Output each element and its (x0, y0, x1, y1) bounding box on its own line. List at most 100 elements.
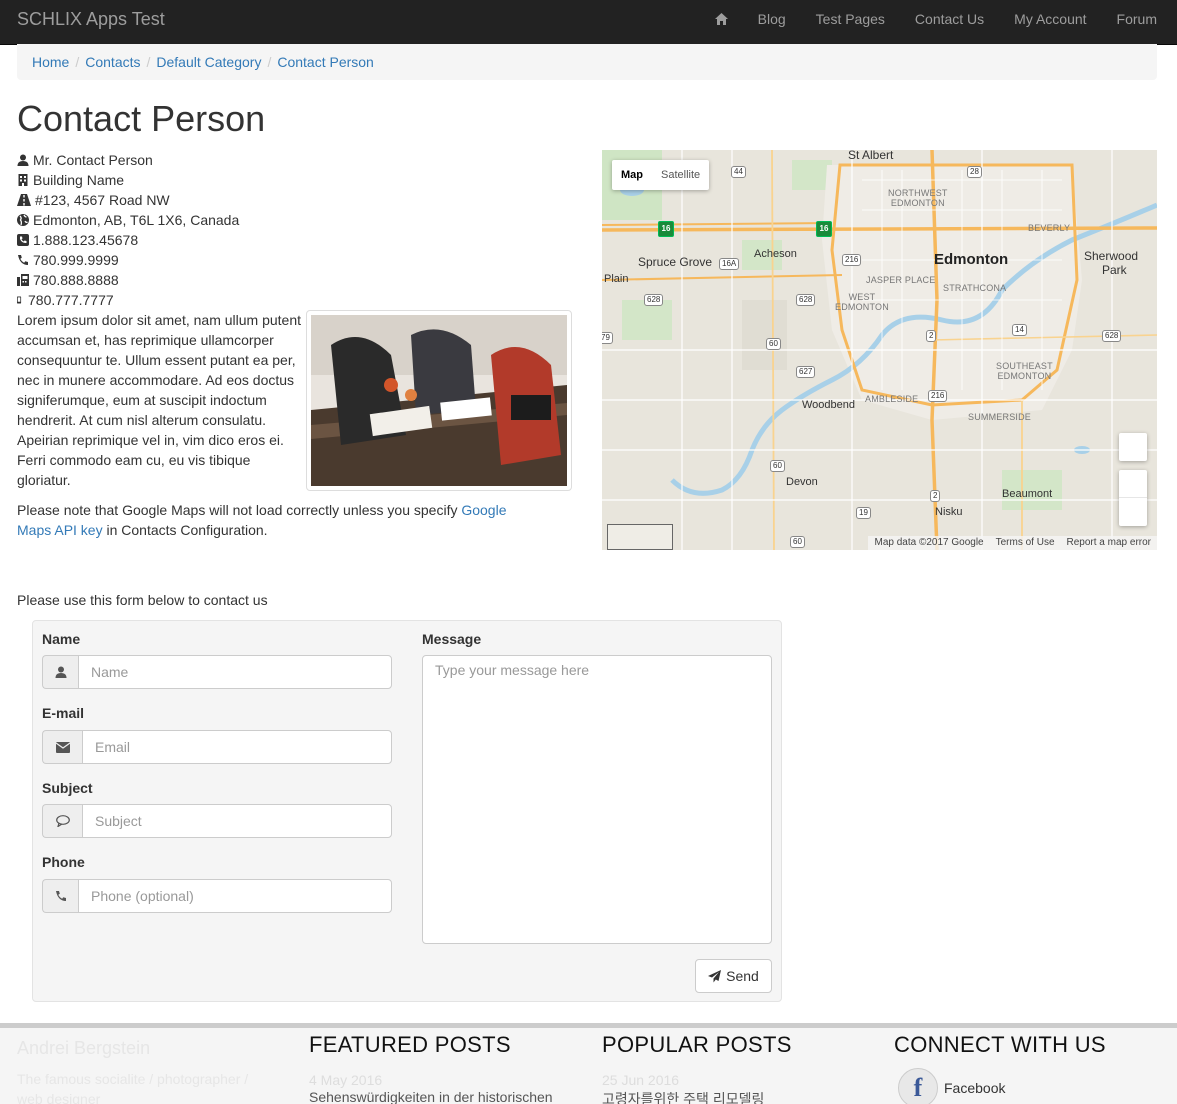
map-label-ambleside: AMBLESIDE (865, 394, 919, 404)
contact-description: Lorem ipsum dolor sit amet, nam ullum pu… (17, 312, 302, 488)
contact-form: Name E-mail Subject Phone Message Send (32, 620, 782, 1002)
road-shield: 627 (796, 366, 816, 378)
nav-forum[interactable]: Forum (1102, 0, 1177, 44)
send-label: Send (726, 968, 759, 984)
mobile-icon (17, 296, 22, 304)
footer-featured: FEATURED POSTS 4 May 2016 Sehenswürdigke… (309, 1032, 553, 1104)
footer: Andrei Bergstein The famous socialite / … (0, 1023, 1177, 1104)
map-type-satellite-button[interactable]: Satellite (652, 160, 709, 190)
zoom-out-button[interactable] (1119, 498, 1147, 525)
street-view-control[interactable] (1119, 433, 1147, 461)
nav-my-account[interactable]: My Account (999, 0, 1101, 44)
zoom-in-button[interactable] (1119, 470, 1147, 498)
user-icon (17, 154, 29, 166)
breadcrumb-home[interactable]: Home (32, 54, 69, 70)
road-shield: 628 (1102, 330, 1122, 342)
footer-popular: POPULAR POSTS 25 Jun 2016 고령자를위한 주택 리모델링 (602, 1032, 792, 1104)
map-label-northwest-edmonton: NORTHWEST EDMONTON (888, 188, 948, 208)
contact-fax-row: 780.888.8888 (17, 270, 577, 290)
phone-icon (42, 879, 78, 913)
form-intro: Please use this form below to contact us (17, 592, 268, 608)
page-title: Contact Person (17, 98, 266, 139)
breadcrumb-contact-person[interactable]: Contact Person (277, 54, 374, 70)
site-brand[interactable]: SCHLIX Apps Test (17, 9, 165, 30)
subject-input[interactable] (82, 804, 392, 838)
comment-icon (42, 804, 82, 838)
footer-connect: CONNECT WITH US f Facebook (894, 1032, 1106, 1104)
message-textarea[interactable] (422, 655, 772, 944)
maps-note: Please note that Google Maps will not lo… (17, 500, 537, 540)
contact-fax: 780.888.8888 (33, 272, 119, 288)
map-type-map-button[interactable]: Map (612, 160, 652, 190)
breadcrumb-default-category[interactable]: Default Category (156, 54, 261, 70)
footer-tagline: The famous socialite / photographer / we… (17, 1071, 249, 1104)
map-label-sherwood: Sherwood (1084, 249, 1139, 263)
facebook-icon: f (898, 1068, 938, 1104)
map-label-beverly: BEVERLY (1028, 223, 1071, 233)
contact-mobile: 780.777.7777 (28, 292, 114, 308)
breadcrumb-separator: / (146, 54, 151, 70)
phone-group (42, 879, 392, 913)
nav-home[interactable] (700, 0, 743, 44)
map-label-edmonton: Edmonton (934, 251, 1009, 268)
envelope-icon (42, 730, 82, 764)
nav-test-pages[interactable]: Test Pages (801, 0, 900, 44)
map-label-southeast-edmonton: SOUTHEAST EDMONTON (996, 361, 1053, 381)
phone-icon (18, 255, 28, 265)
name-label: Name (42, 631, 81, 647)
highway-16-shield: 16 (658, 221, 674, 237)
contact-photo-frame (306, 310, 572, 491)
map-terms-link[interactable]: Terms of Use (990, 536, 1061, 550)
message-label: Message (422, 631, 482, 647)
popular-post-link[interactable]: 고령자를위한 주택 리모델링 (602, 1089, 792, 1104)
breadcrumb-separator: / (75, 54, 80, 70)
nav-contact-us[interactable]: Contact Us (900, 0, 999, 44)
phone-input[interactable] (78, 879, 392, 913)
connect-heading: CONNECT WITH US (894, 1032, 1106, 1057)
featured-post-link[interactable]: Sehenswürdigkeiten in der historischen (309, 1089, 553, 1104)
highway-16-shield: 16 (816, 221, 832, 237)
road-shield: 19 (856, 507, 871, 519)
map-label-acheson: Acheson (754, 248, 797, 260)
road-shield: 628 (796, 294, 816, 306)
email-input[interactable] (82, 730, 392, 764)
maps-note-text-after: in Contacts Configuration. (102, 522, 268, 538)
map-label-woodbend: Woodbend (802, 399, 856, 411)
send-button[interactable]: Send (695, 959, 772, 993)
road-shield: 2 (926, 330, 937, 342)
paper-plane-icon (708, 969, 722, 982)
road-shield: 216 (928, 390, 948, 402)
breadcrumb-separator: / (267, 54, 272, 70)
contact-details: Mr. Contact Person Building Name #123, 4… (17, 150, 577, 310)
phone-label: Phone (42, 854, 85, 870)
contact-city-row: Edmonton, AB, T6L 1X6, Canada (17, 210, 577, 230)
map-label-summerside: SUMMERSIDE (968, 412, 1032, 422)
map-label-park: Park (1102, 263, 1127, 277)
map-label-west-edmonton: WEST EDMONTON (835, 292, 889, 312)
google-map[interactable]: Map Satellite St Albert Edmonton Sherwoo… (602, 150, 1157, 550)
road-shield: 79 (602, 332, 613, 344)
road-shield: 60 (790, 536, 805, 548)
map-footer: Map data ©2017 Google Terms of Use Repor… (868, 536, 1157, 550)
map-label-spruce-grove: Spruce Grove (638, 255, 713, 269)
map-thumbnail[interactable] (607, 524, 673, 550)
contact-building-row: Building Name (17, 170, 577, 190)
road-shield: 216 (842, 254, 862, 266)
email-group (42, 730, 392, 764)
map-label-jasper-place: JASPER PLACE (866, 275, 936, 285)
facebook-link[interactable]: f Facebook (898, 1068, 1106, 1104)
main-nav: Blog Test Pages Contact Us My Account Fo… (700, 0, 1177, 44)
map-label-plain: Plain (604, 273, 629, 285)
name-input[interactable] (78, 655, 392, 689)
road-shield: 628 (644, 294, 664, 306)
map-report-error-link[interactable]: Report a map error (1061, 536, 1157, 550)
nav-blog[interactable]: Blog (743, 0, 801, 44)
breadcrumb-contacts[interactable]: Contacts (85, 54, 140, 70)
contact-name: Mr. Contact Person (33, 152, 153, 168)
map-canvas (602, 150, 1157, 550)
contact-mobile-row: 780.777.7777 (17, 290, 577, 310)
map-label-st-albert: St Albert (848, 150, 894, 162)
contact-tollfree: 1.888.123.45678 (33, 232, 139, 248)
globe-icon (17, 214, 29, 226)
building-icon (18, 174, 28, 186)
